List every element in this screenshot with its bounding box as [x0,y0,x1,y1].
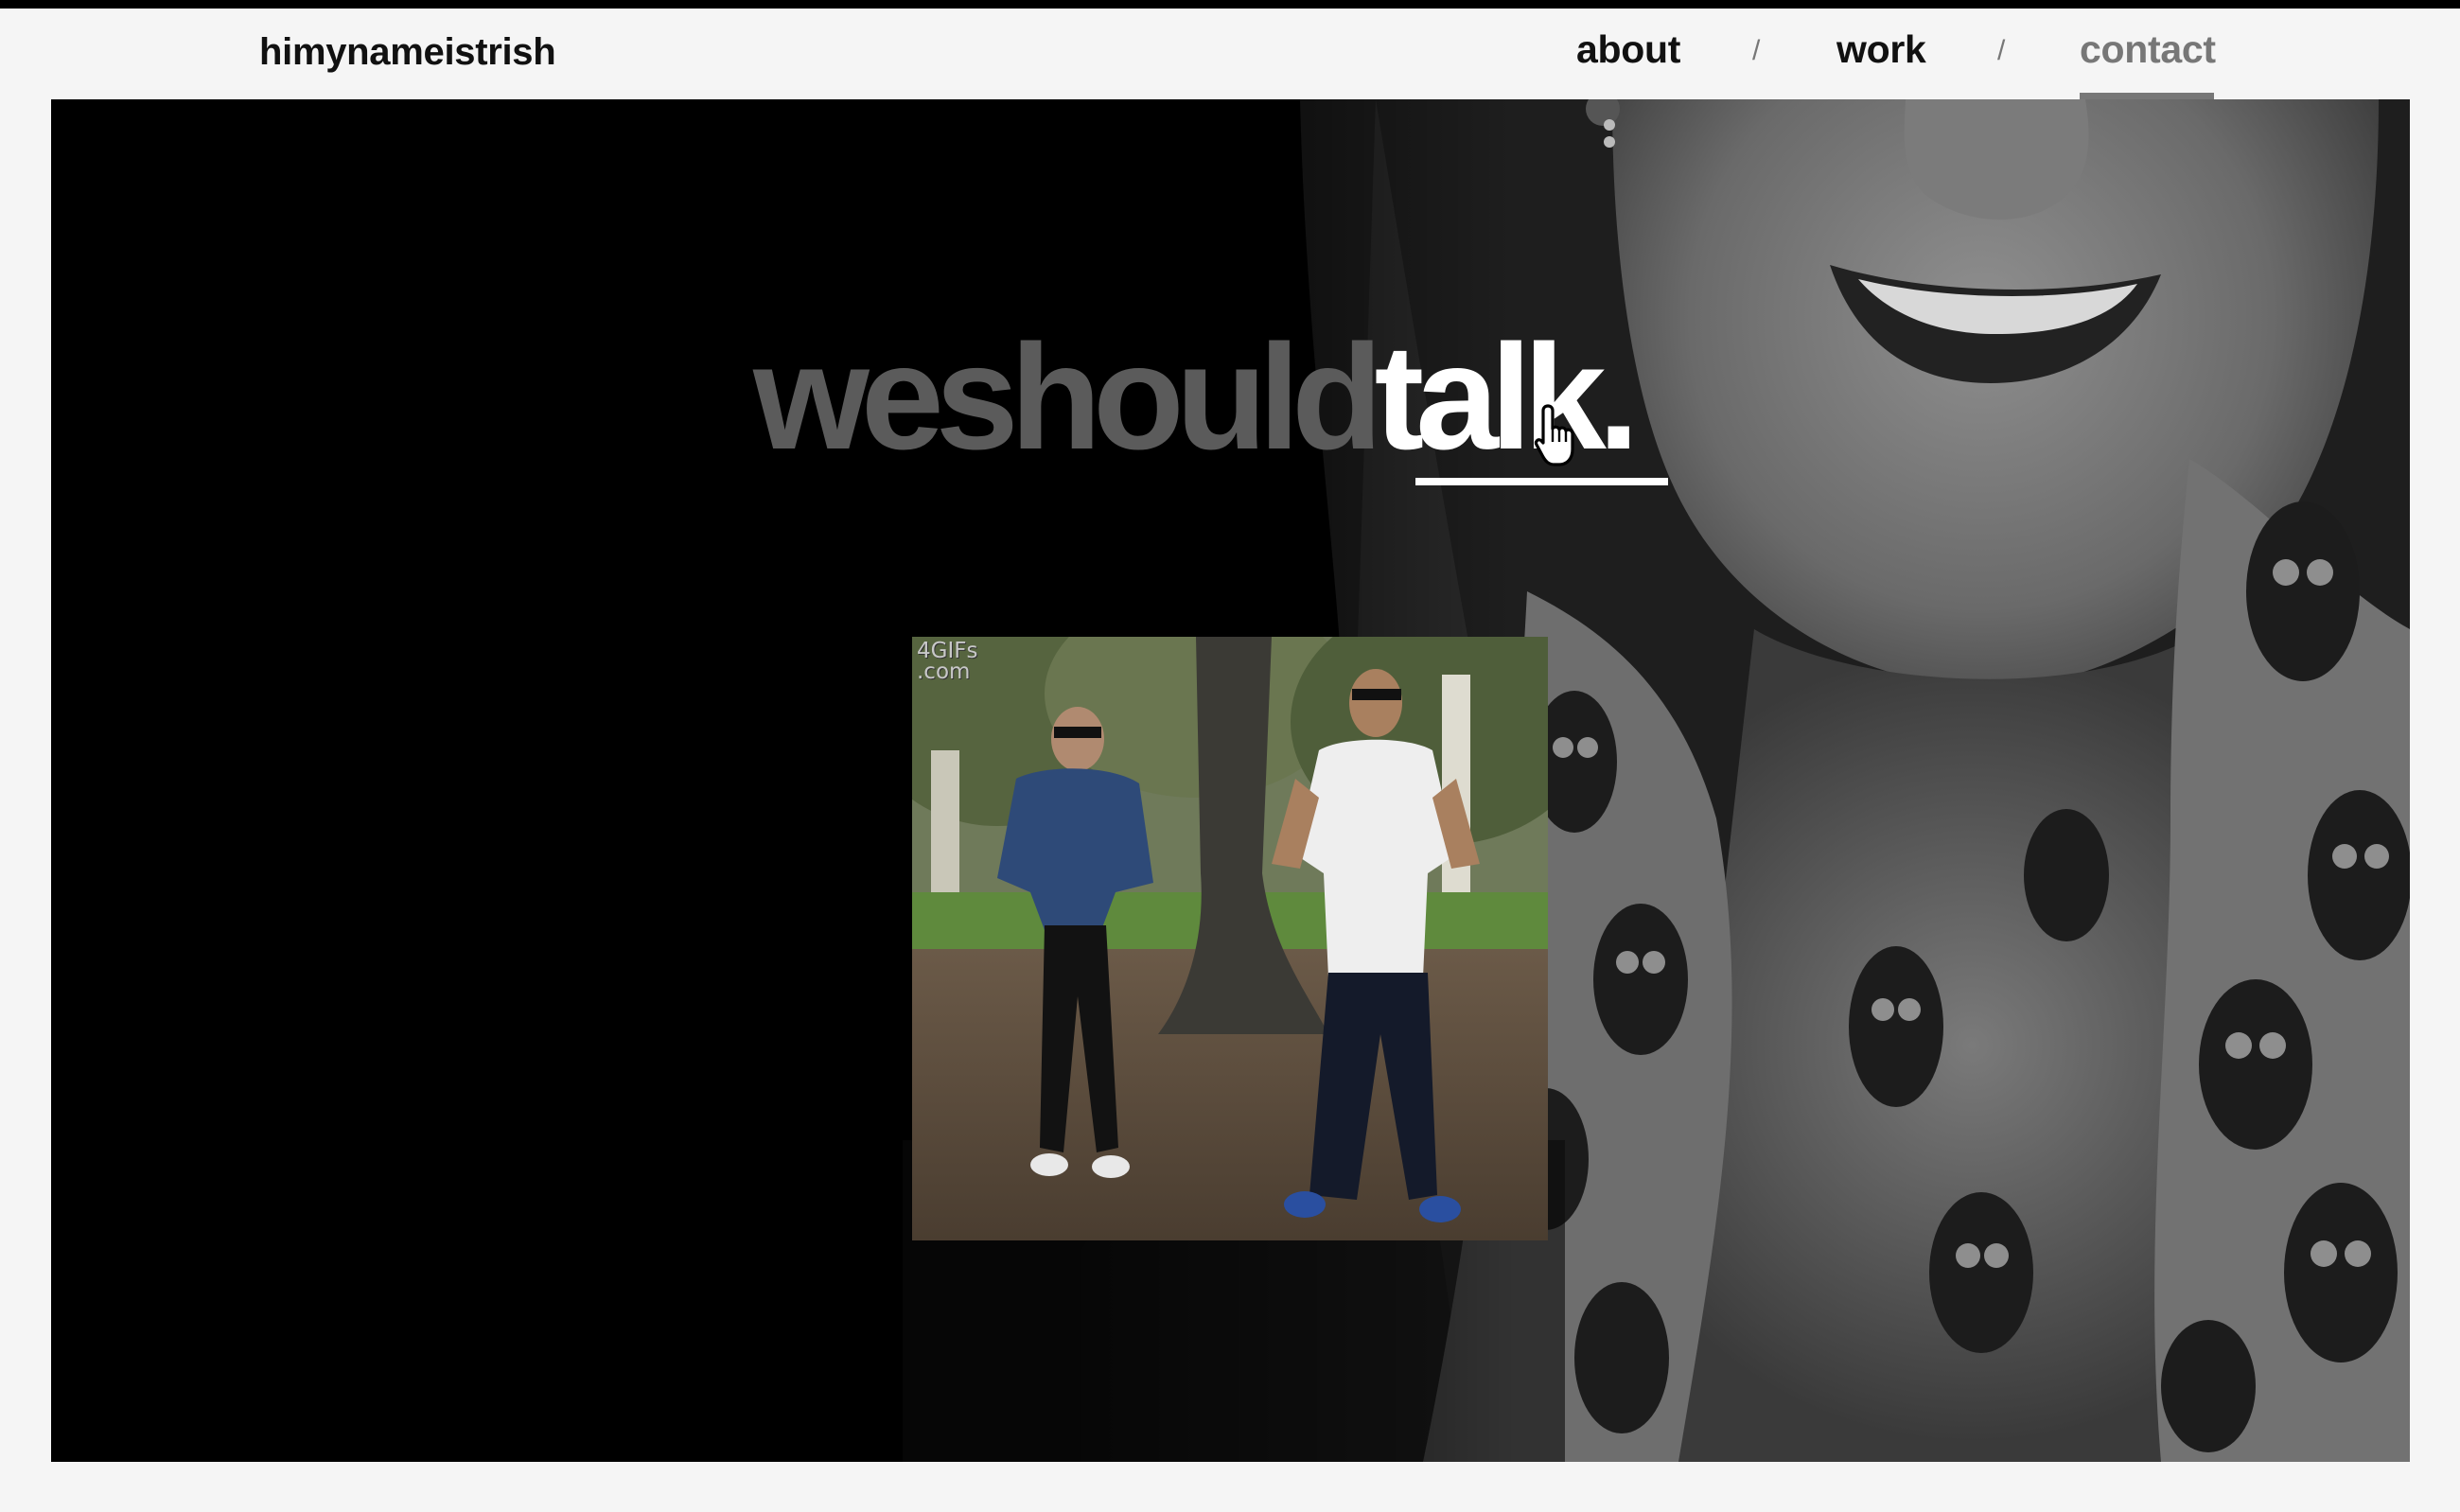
headline-dim: weshould [753,314,1383,481]
headline: weshouldtalk. [753,323,1640,472]
nav-separator: / [1997,35,2006,66]
nav-contact[interactable]: contact [2080,27,2216,72]
gif-image [912,637,1548,1240]
talk-underline [1415,478,1668,485]
hand-pointer-icon [1534,404,1574,466]
site-title[interactable]: himynameistrish [259,31,556,74]
hero-section: weshouldtalk. 4GIFs .com [51,99,2410,1462]
nav-work[interactable]: work [1836,27,1926,72]
headline-link-talk[interactable]: talk. [1375,314,1640,481]
site-header: himynameistrish about / work / contact [0,9,2460,100]
nav-about[interactable]: about [1576,27,1680,72]
dancing-gif[interactable]: 4GIFs .com [912,637,1548,1240]
gif-watermark: 4GIFs .com [917,639,978,684]
nav-separator: / [1752,35,1761,66]
top-rule [0,0,2460,9]
